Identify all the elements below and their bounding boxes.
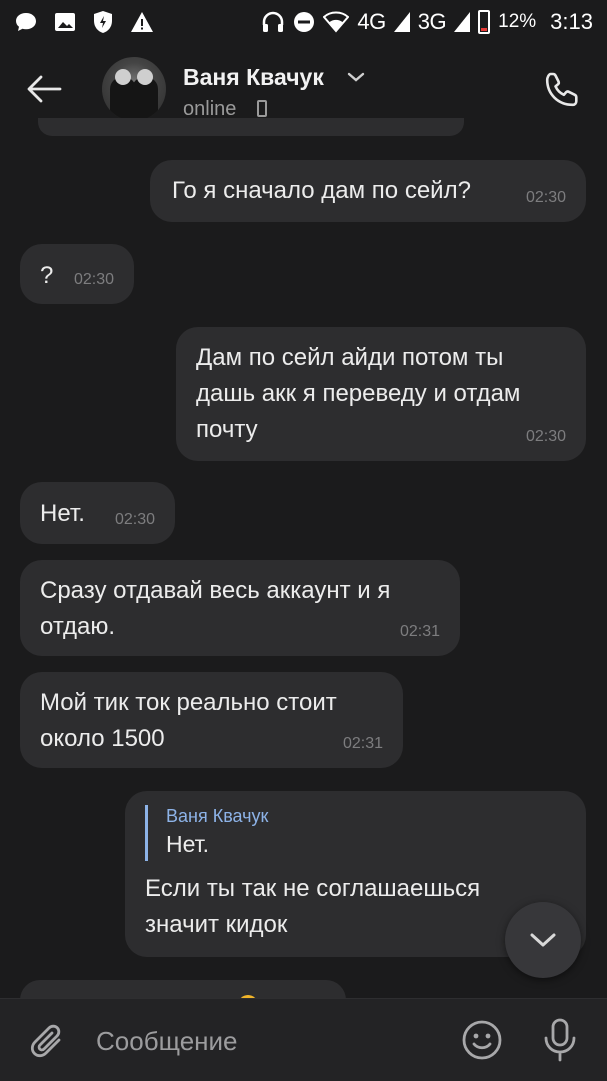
message-incoming[interactable]: Нет. 02:30: [20, 482, 175, 544]
battery-level: 12%: [498, 11, 537, 32]
message-text: Если ты так не соглашаешься значит кидок: [145, 875, 481, 938]
message-text: ?: [40, 262, 54, 289]
dnd-icon: [294, 12, 315, 32]
message-composer: [0, 998, 607, 1081]
status-bar-left: [14, 10, 154, 34]
avatar[interactable]: [102, 57, 166, 121]
message-time: 02:30: [73, 271, 114, 288]
reply-text: Нет.: [166, 831, 210, 857]
message-text: Сразу отдавай весь аккаунт и я отдаю.: [40, 577, 391, 640]
status-bar: 4G 3G 12% 3:13: [0, 0, 607, 44]
previous-message-edge: [38, 118, 464, 136]
message-text: Дам по сейл айди потом ты дашь акк я пер…: [196, 344, 521, 443]
wifi-icon: [323, 11, 350, 33]
message-time: 02:30: [525, 428, 566, 445]
status-bar-right: 4G 3G 12% 3:13: [261, 9, 593, 35]
message-text: Мой тик ток реально стоит около 1500: [40, 689, 337, 752]
message-incoming[interactable]: ? 02:30: [20, 244, 134, 304]
attach-icon[interactable]: [28, 1021, 68, 1063]
message-outgoing[interactable]: Го я сначало дам по сейл? 02:30: [150, 160, 586, 222]
message-time: 02:30: [525, 189, 566, 206]
headphones-icon: [263, 11, 284, 32]
shield-icon: [94, 11, 112, 33]
image-icon: [55, 13, 75, 31]
battery-icon: [478, 10, 491, 34]
chevron-down-icon[interactable]: [346, 70, 366, 84]
message-text: Нет.: [40, 500, 85, 527]
phone-icon[interactable]: [542, 70, 582, 110]
reply-quote[interactable]: Ваня Квачук Нет.: [145, 805, 568, 861]
warning-icon: [131, 12, 153, 32]
message-time: 02:30: [114, 511, 155, 528]
chevron-down-icon: [530, 933, 556, 947]
mic-icon[interactable]: [540, 1017, 580, 1063]
message-outgoing[interactable]: Дам по сейл айди потом ты дашь акк я пер…: [176, 327, 586, 461]
message-input[interactable]: [96, 1023, 436, 1059]
message-text: Го я сначало дам по сейл?: [172, 177, 471, 204]
clock: 3:13: [550, 9, 593, 34]
message-time: 02:31: [342, 735, 383, 752]
signal-icon: [454, 12, 471, 32]
scroll-to-bottom-button[interactable]: [505, 902, 581, 978]
network-4g-label: 4G: [357, 9, 386, 34]
mobile-icon: [257, 100, 267, 117]
emoji-icon[interactable]: [461, 1019, 503, 1061]
chat-icon: [16, 13, 36, 31]
signal-icon: [393, 12, 410, 32]
message-incoming[interactable]: Мой тик ток реально стоит около 1500 02:…: [20, 672, 403, 768]
network-3g-label: 3G: [417, 9, 447, 34]
back-arrow-icon[interactable]: [26, 74, 62, 104]
reply-author: Ваня Квачук: [166, 806, 269, 826]
contact-name[interactable]: Ваня Квачук: [183, 64, 324, 91]
message-time: 02:31: [399, 623, 440, 640]
message-incoming[interactable]: Сразу отдавай весь аккаунт и я отдаю. 02…: [20, 560, 460, 656]
